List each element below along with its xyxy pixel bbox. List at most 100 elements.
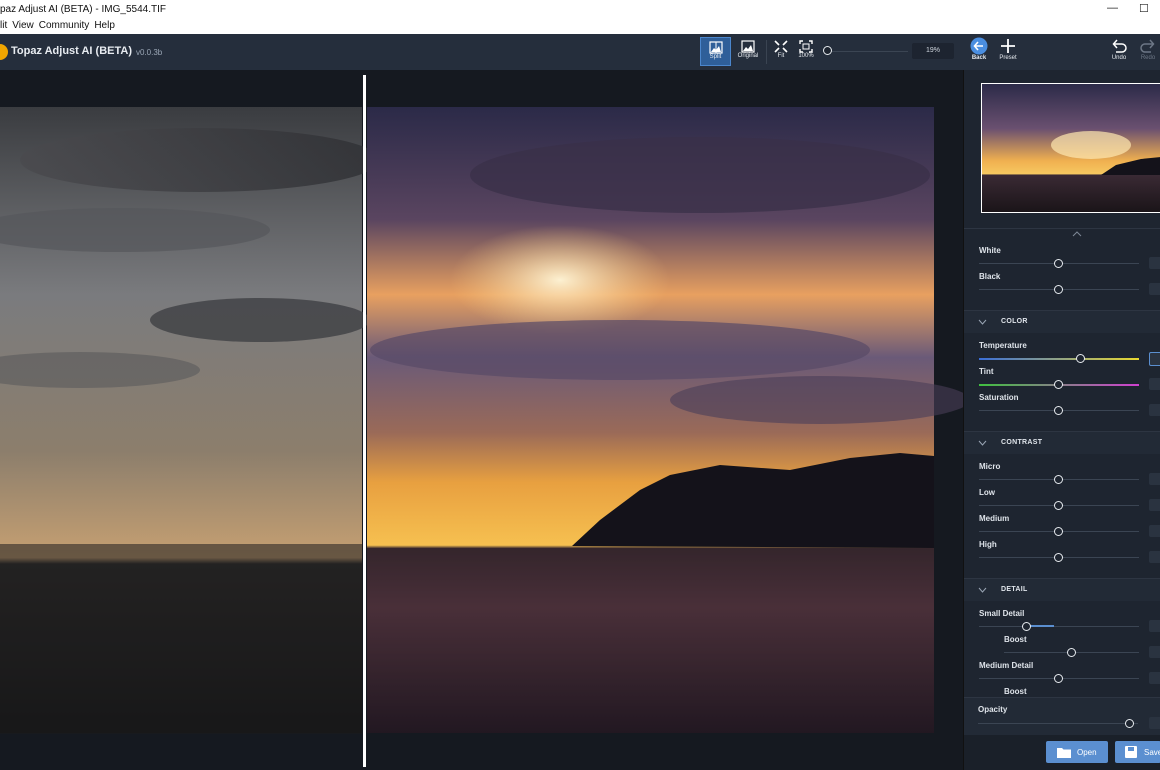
open-label: Open xyxy=(1077,748,1097,757)
undo-icon xyxy=(1112,39,1127,53)
fit-label: Fit xyxy=(777,53,785,59)
photo-preview xyxy=(0,75,963,767)
opacity-slider-track[interactable] xyxy=(978,723,1138,724)
white-value-field[interactable] xyxy=(1149,257,1160,269)
tint-slider-knob[interactable] xyxy=(1054,380,1063,389)
black-slider-knob[interactable] xyxy=(1054,285,1063,294)
color-section-header[interactable]: COLOR xyxy=(964,311,1160,333)
low-slider-knob[interactable] xyxy=(1054,501,1063,510)
back-label: Back xyxy=(971,55,987,61)
low-value-field[interactable] xyxy=(1149,499,1160,511)
split-icon xyxy=(708,41,723,54)
low-label: Low xyxy=(979,488,995,497)
save-button[interactable]: Save xyxy=(1115,741,1160,763)
redo-label: Redo xyxy=(1140,55,1156,61)
small-detail-slider-track[interactable] xyxy=(979,626,1139,627)
window-titlebar: paz Adjust AI (BETA) - IMG_5544.TIF — ☐ xyxy=(0,0,1160,20)
white-label: White xyxy=(979,246,1001,255)
zoom-100-button[interactable]: 100% xyxy=(795,40,817,66)
small-detail-value-field[interactable] xyxy=(1149,620,1160,632)
redo-button[interactable]: Redo xyxy=(1137,37,1159,67)
back-arrow-icon xyxy=(970,37,988,55)
zoom-slider-track[interactable] xyxy=(828,51,908,52)
medium-detail-slider-knob[interactable] xyxy=(1054,674,1063,683)
detail-header-label: DETAIL xyxy=(1001,586,1028,593)
tint-label: Tint xyxy=(979,367,994,376)
fit-icon xyxy=(774,40,788,53)
panel-footer: Open Save xyxy=(964,735,1160,770)
zoom-slider-knob[interactable] xyxy=(823,46,832,55)
actual-size-icon xyxy=(799,40,813,53)
collapse-chevron-up-icon[interactable] xyxy=(1072,231,1082,237)
micro-value-field[interactable] xyxy=(1149,473,1160,485)
boost-label: Boost xyxy=(1004,635,1027,644)
minimize-button[interactable]: — xyxy=(1107,2,1118,14)
medium-slider-knob[interactable] xyxy=(1054,527,1063,536)
image-canvas[interactable] xyxy=(0,70,963,770)
menu-community[interactable]: Community xyxy=(39,20,90,31)
open-button[interactable]: Open xyxy=(1046,741,1108,763)
detail-section-header[interactable]: DETAIL xyxy=(964,579,1160,601)
navigator-thumbnail[interactable] xyxy=(981,83,1160,213)
back-button[interactable]: Back xyxy=(968,37,990,67)
boost-slider-knob[interactable] xyxy=(1066,648,1076,657)
save-icon xyxy=(1125,746,1137,758)
boost-2-label: Boost xyxy=(1004,687,1027,696)
toolbar-divider xyxy=(766,40,767,64)
medium-value-field[interactable] xyxy=(1149,525,1160,537)
menu-bar: lit View Community Help xyxy=(0,20,1160,34)
temperature-label: Temperature xyxy=(979,341,1027,350)
preset-button[interactable]: Preset xyxy=(997,37,1019,67)
opacity-slider-knob[interactable] xyxy=(1125,719,1134,728)
window-title: paz Adjust AI (BETA) - IMG_5544.TIF xyxy=(0,4,166,15)
menu-view[interactable]: View xyxy=(12,20,34,31)
zoom-value-field[interactable]: 19% xyxy=(912,43,954,59)
original-label: Original xyxy=(737,53,759,59)
fit-button[interactable]: Fit xyxy=(771,40,791,66)
maximize-button[interactable]: ☐ xyxy=(1139,2,1149,15)
topaz-logo-icon xyxy=(0,44,8,60)
opacity-value-field[interactable] xyxy=(1149,717,1160,729)
temperature-slider-knob[interactable] xyxy=(1076,354,1086,363)
contrast-section-header[interactable]: CONTRAST xyxy=(964,432,1160,454)
color-header-label: COLOR xyxy=(1001,318,1028,325)
app-header: Topaz Adjust AI (BETA) v0.0.3b Split Ori… xyxy=(0,34,963,71)
small-detail-label: Small Detail xyxy=(979,609,1025,618)
boost-value-field[interactable] xyxy=(1149,646,1160,658)
saturation-value-field[interactable] xyxy=(1149,404,1160,416)
app-version: v0.0.3b xyxy=(136,48,163,57)
white-slider-knob[interactable] xyxy=(1054,259,1063,268)
temperature-value-field[interactable] xyxy=(1149,352,1160,366)
saturation-slider-knob[interactable] xyxy=(1054,406,1063,415)
small-detail-slider-knob[interactable] xyxy=(1022,622,1031,631)
high-value-field[interactable] xyxy=(1149,551,1160,563)
micro-slider-knob[interactable] xyxy=(1054,475,1063,484)
medium-label: Medium xyxy=(979,514,1010,523)
split-label: Split xyxy=(709,54,722,60)
black-value-field[interactable] xyxy=(1149,283,1160,295)
chevron-down-icon xyxy=(978,319,987,325)
save-label: Save xyxy=(1144,748,1160,757)
app-title: Topaz Adjust AI (BETA) xyxy=(11,45,132,57)
high-slider-knob[interactable] xyxy=(1054,553,1063,562)
split-divider-handle[interactable] xyxy=(363,75,366,767)
split-view-button[interactable]: Split xyxy=(700,37,731,66)
tint-value-field[interactable] xyxy=(1149,378,1160,390)
folder-icon xyxy=(1057,748,1071,758)
contrast-header-label: CONTRAST xyxy=(1001,439,1043,446)
temperature-slider-track[interactable] xyxy=(979,358,1139,360)
hundred-label: 100% xyxy=(798,53,814,59)
navigator-separator xyxy=(964,228,1160,229)
black-label: Black xyxy=(979,272,1001,281)
original-view-button[interactable]: Original xyxy=(733,40,763,66)
medium-detail-value-field[interactable] xyxy=(1149,672,1160,684)
chevron-down-icon xyxy=(978,440,987,446)
menu-help[interactable]: Help xyxy=(94,20,115,31)
micro-label: Micro xyxy=(979,462,1001,471)
image-icon xyxy=(741,40,755,53)
high-label: High xyxy=(979,540,997,549)
opacity-section: Opacity xyxy=(964,697,1160,736)
menu-edit[interactable]: lit xyxy=(0,20,7,31)
plus-icon xyxy=(1001,39,1015,53)
undo-button[interactable]: Undo xyxy=(1108,37,1130,67)
